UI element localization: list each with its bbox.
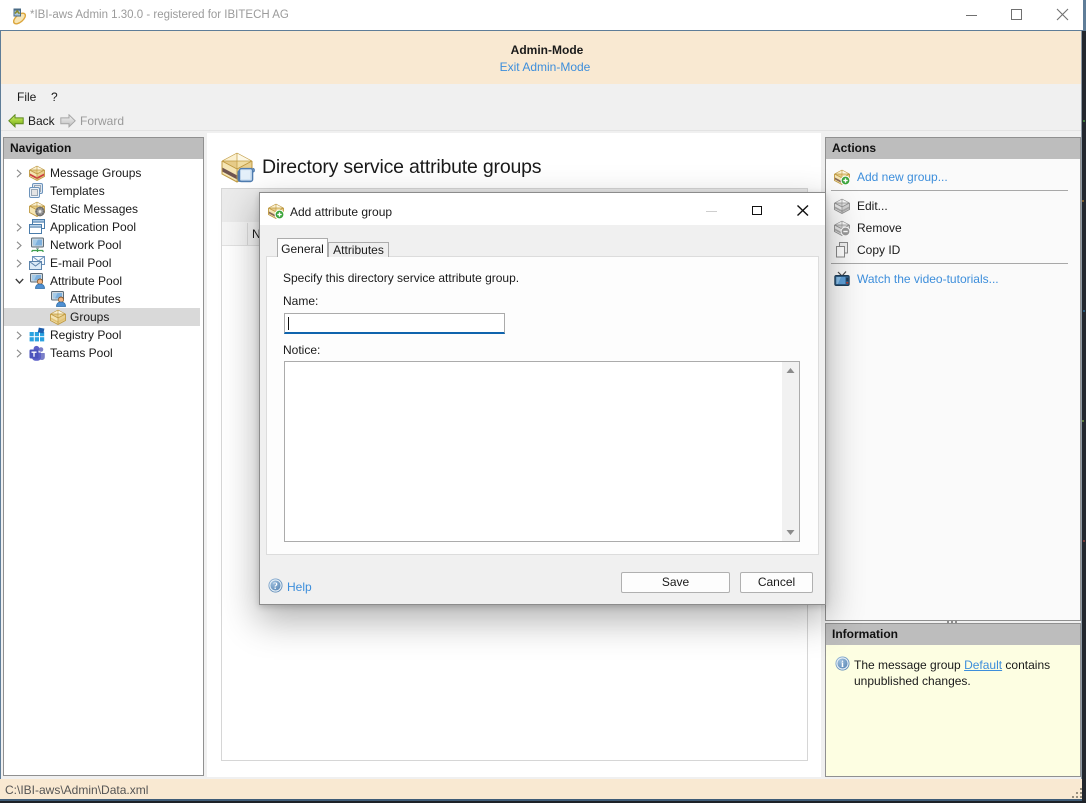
svg-text:i: i [841,660,844,670]
svg-text:?: ? [273,582,278,592]
